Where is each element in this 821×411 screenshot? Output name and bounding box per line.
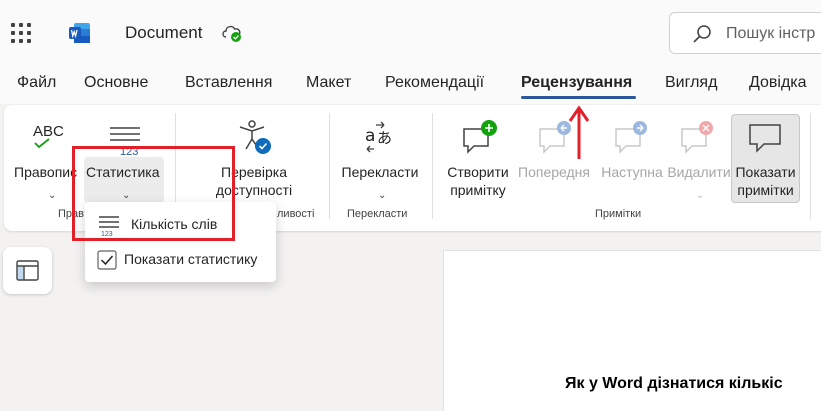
svg-text:a: a: [365, 126, 375, 146]
menu-item-word-count[interactable]: 123 Кількість слів: [85, 207, 276, 241]
show-comments-label-line2: примітки: [737, 182, 794, 198]
tab-home[interactable]: Основне: [84, 74, 148, 92]
spelling-label: Правопис: [14, 164, 78, 180]
delete-comment-icon: [681, 121, 713, 154]
group-label-language: Перекласти: [347, 208, 408, 220]
accessibility-label-line1: Перевірка: [221, 164, 287, 180]
statistics-dropdown-menu: 123 Кількість слів Показати статистику: [85, 202, 276, 282]
word-count-icon: 123: [99, 216, 119, 237]
next-comment-icon: [615, 121, 647, 154]
previous-comment-label: Попередня: [518, 164, 590, 180]
ribbon-separator: [432, 113, 433, 219]
title-bar: Document Пошук інстр: [0, 0, 821, 64]
group-label-comments: Примітки: [595, 208, 642, 220]
active-tab-indicator: [521, 96, 636, 99]
next-comment-label: Наступна: [601, 164, 663, 180]
ribbon-separator: [329, 113, 330, 219]
statistics-label: Статистика: [86, 164, 160, 180]
tab-view[interactable]: Вигляд: [665, 74, 717, 92]
document-page[interactable]: Як у Word дізнатися кількіс: [444, 251, 821, 411]
accessibility-check-button[interactable]: Перевірка доступності: [204, 115, 304, 205]
delete-comment-button[interactable]: Видалити ⌄: [664, 115, 734, 205]
next-comment-button[interactable]: Наступна: [594, 115, 670, 205]
translate-label: Перекласти: [341, 164, 419, 180]
translate-icon: a あ: [365, 121, 392, 153]
checkbox-checked-icon[interactable]: [97, 250, 117, 270]
svg-text:あ: あ: [377, 129, 392, 147]
word-count-label: Кількість слів: [131, 216, 218, 232]
search-placeholder: Пошук інстр: [726, 25, 816, 42]
statistics-icon: 123: [110, 127, 140, 157]
translate-button[interactable]: a あ Перекласти ⌄: [336, 115, 424, 205]
new-comment-button[interactable]: Створити примітку: [440, 115, 516, 205]
tab-review[interactable]: Рецензування: [521, 74, 632, 92]
ribbon-tabs: Файл Основне Вставлення Макет Рекомендац…: [0, 64, 821, 104]
new-comment-label-line2: примітку: [450, 182, 506, 198]
group-label-proofing: Прав: [58, 208, 84, 220]
delete-comment-label: Видалити: [667, 164, 731, 180]
navigation-pane-button[interactable]: [3, 247, 52, 294]
show-comments-label-line1: Показати: [735, 164, 796, 180]
delete-chevron-icon: ⌄: [696, 190, 705, 201]
search-box[interactable]: Пошук інстр: [669, 12, 821, 54]
word-logo-icon: [69, 23, 90, 43]
show-comments-icon: [749, 124, 781, 153]
statistics-button[interactable]: 123 Статистика ⌄: [84, 115, 164, 205]
tab-layout[interactable]: Макет: [306, 74, 351, 92]
ribbon-separator: [810, 113, 811, 219]
new-comment-label-line1: Створити: [447, 164, 509, 180]
tab-file[interactable]: Файл: [17, 74, 56, 92]
word-count-icon-text: 123: [101, 231, 113, 237]
spelling-icon-text: ABC: [33, 123, 64, 140]
tab-insert[interactable]: Вставлення: [185, 74, 272, 92]
menu-item-show-statistics[interactable]: Показати статистику: [85, 242, 276, 276]
group-label-accessibility: ливості: [277, 208, 315, 220]
tab-help[interactable]: Довідка: [749, 74, 807, 92]
tab-references[interactable]: Рекомендації: [385, 74, 484, 92]
spelling-check-icon: ABC: [33, 123, 64, 149]
translate-chevron-icon: ⌄: [378, 190, 387, 201]
document-title[interactable]: Document: [125, 23, 202, 43]
spelling-button[interactable]: ABC Правопис ⌄: [10, 115, 80, 205]
accessibility-label-line2: доступності: [215, 182, 293, 198]
annotation-arrow-icon: [568, 105, 590, 159]
show-statistics-label: Показати статистику: [124, 251, 258, 267]
accessibility-icon: [239, 120, 271, 154]
cloud-saved-icon[interactable]: [220, 21, 244, 43]
show-comments-button[interactable]: Показати примітки: [731, 115, 800, 205]
app-launcher-icon[interactable]: [10, 22, 32, 44]
new-comment-icon: [463, 120, 497, 154]
statistics-icon-text: 123: [120, 146, 138, 157]
spelling-chevron-icon: ⌄: [48, 190, 57, 201]
search-icon: [693, 25, 711, 43]
document-heading[interactable]: Як у Word дізнатися кількіс: [565, 375, 783, 393]
navigation-pane-icon: [16, 260, 39, 281]
